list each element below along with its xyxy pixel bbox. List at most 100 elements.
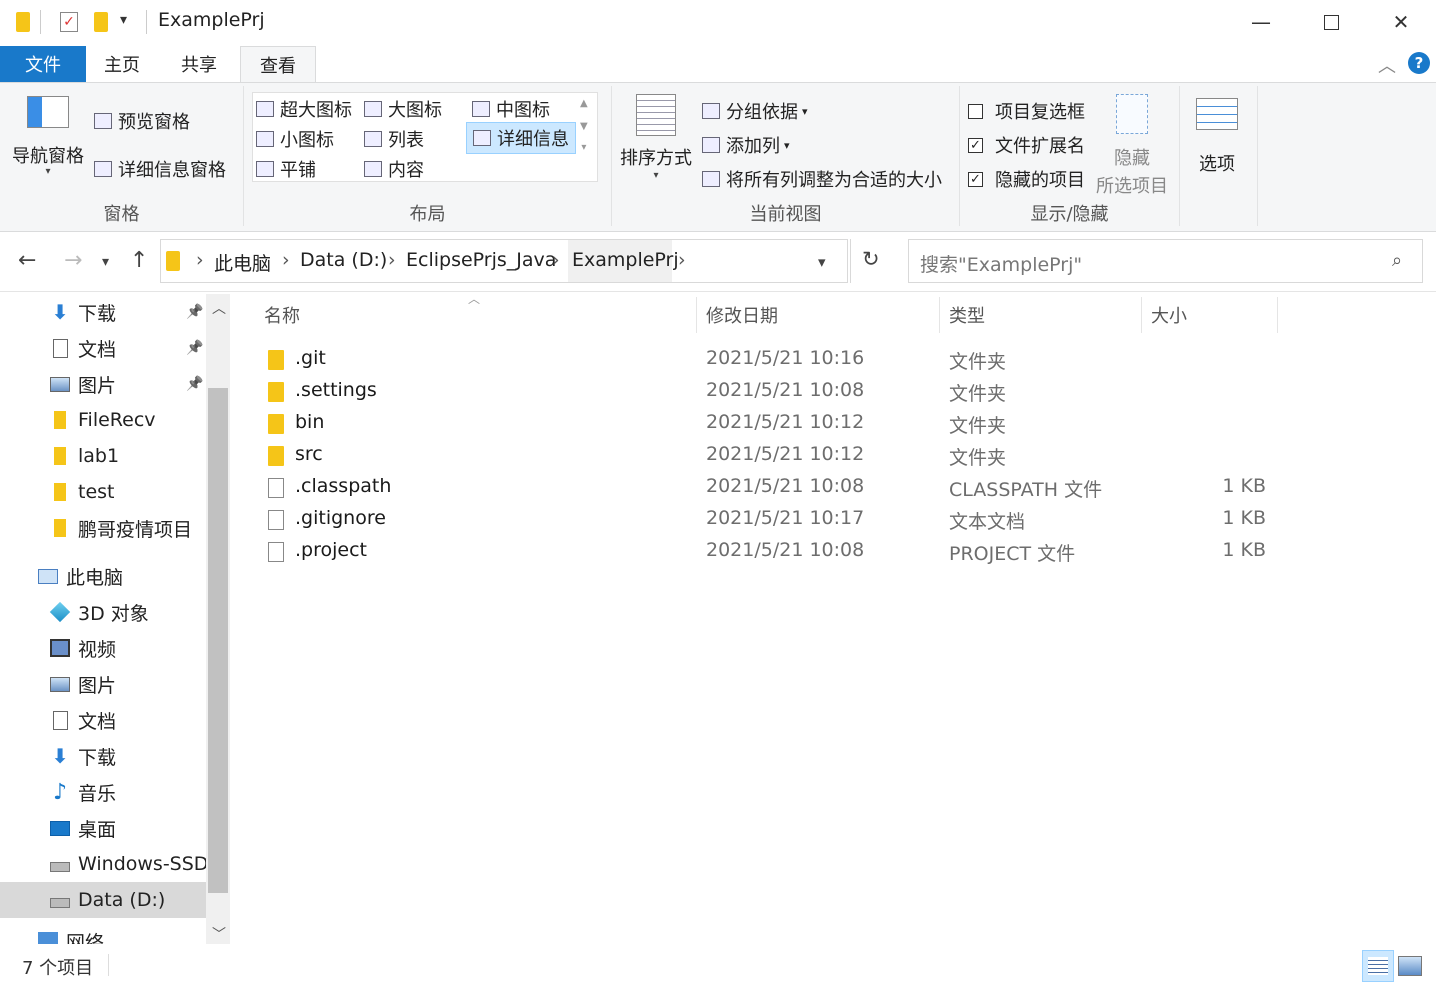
sidebar-item[interactable]: lab1 bbox=[0, 438, 206, 474]
maximize-button[interactable] bbox=[1296, 0, 1366, 44]
new-folder-icon[interactable] bbox=[94, 12, 108, 32]
sort-by-button[interactable]: 排序方式 ▾ bbox=[620, 94, 692, 181]
help-icon[interactable]: ? bbox=[1408, 52, 1430, 74]
forward-icon[interactable]: → bbox=[64, 248, 82, 273]
file-row[interactable]: .project 2021/5/21 10:08 PROJECT 文件 1 KB bbox=[258, 535, 1278, 567]
column-header-size[interactable]: 大小 bbox=[1151, 297, 1187, 333]
file-row[interactable]: .settings 2021/5/21 10:08 文件夹 bbox=[258, 375, 1278, 407]
column-divider[interactable] bbox=[939, 297, 940, 333]
hide-selected-button[interactable]: 隐藏 所选项目 bbox=[1096, 94, 1168, 198]
file-row[interactable]: bin 2021/5/21 10:12 文件夹 bbox=[258, 407, 1278, 439]
file-row[interactable]: .gitignore 2021/5/21 10:17 文本文档 1 KB bbox=[258, 503, 1278, 535]
file-row[interactable]: .git 2021/5/21 10:16 文件夹 bbox=[258, 343, 1278, 375]
group-by-button[interactable]: 分组依据 ▾ bbox=[702, 98, 808, 124]
add-column-button[interactable]: 添加列 ▾ bbox=[702, 132, 790, 158]
tab-view[interactable]: 查看 bbox=[240, 46, 316, 82]
scroll-up-icon[interactable]: ︿ bbox=[212, 298, 226, 318]
sidebar-item-label: 视频 bbox=[78, 638, 117, 661]
layout-medium[interactable]: 中图标 bbox=[472, 96, 550, 122]
sidebar-item[interactable]: test bbox=[0, 474, 206, 510]
pin-icon[interactable]: 📌 bbox=[186, 304, 203, 320]
size-columns-button[interactable]: 将所有列调整为合适的大小 bbox=[702, 166, 942, 192]
item-checkboxes-toggle[interactable]: 项目复选框 bbox=[968, 98, 1085, 124]
up-icon[interactable]: ↑ bbox=[130, 248, 148, 273]
sidebar-item[interactable]: 文档 bbox=[0, 702, 206, 738]
sidebar-item[interactable]: 图片 bbox=[0, 666, 206, 702]
tab-home[interactable]: 主页 bbox=[86, 46, 158, 82]
sidebar-item[interactable]: FileRecv bbox=[0, 402, 206, 438]
nav-pane-button[interactable]: 导航窗格 ▾ bbox=[12, 96, 84, 177]
minimize-icon: — bbox=[1251, 10, 1271, 34]
details-pane-button[interactable]: 详细信息窗格 bbox=[94, 156, 226, 182]
file-row[interactable]: .classpath 2021/5/21 10:08 CLASSPATH 文件 1 K… bbox=[258, 471, 1278, 503]
chevron-down-icon: ▾ bbox=[784, 138, 790, 152]
file-row[interactable]: src 2021/5/21 10:12 文件夹 bbox=[258, 439, 1278, 471]
sidebar-item[interactable]: 桌面 bbox=[0, 810, 206, 846]
crumb-separator-icon[interactable]: › bbox=[552, 249, 560, 271]
search-icon[interactable]: ⌕ bbox=[1392, 250, 1402, 271]
layout-small[interactable]: 小图标 bbox=[256, 126, 334, 152]
refresh-icon[interactable]: ↻ bbox=[862, 247, 880, 271]
document-icon bbox=[50, 710, 70, 730]
scroll-down-icon[interactable]: ﹀ bbox=[212, 924, 226, 944]
layout-xlarge[interactable]: 超大图标 bbox=[256, 96, 352, 122]
checkbox[interactable]: ✓ bbox=[968, 171, 983, 187]
breadcrumb-this-pc[interactable]: 此电脑 bbox=[214, 249, 271, 276]
properties-icon[interactable]: ✓ bbox=[60, 12, 78, 32]
layout-content[interactable]: 内容 bbox=[364, 156, 424, 182]
pin-icon[interactable]: 📌 bbox=[186, 340, 203, 356]
tab-file[interactable]: 文件 bbox=[0, 46, 86, 82]
hidden-items-toggle[interactable]: ✓ 隐藏的项目 bbox=[968, 166, 1085, 192]
sidebar-item[interactable]: ♪ 音乐 bbox=[0, 774, 206, 810]
back-icon[interactable]: ← bbox=[18, 248, 36, 273]
collapse-ribbon-icon[interactable]: ︿ bbox=[1378, 52, 1396, 78]
large-icons-view-button[interactable] bbox=[1398, 956, 1422, 976]
sidebar-item[interactable]: 文档 📌 bbox=[0, 330, 206, 366]
group-current-view: 排序方式 ▾ 分组依据 ▾ 添加列 ▾ 将所有列调整为合适的大小 当前视图 bbox=[612, 86, 960, 226]
tab-share[interactable]: 共享 bbox=[163, 46, 235, 82]
breadcrumb-data-d[interactable]: Data (D:) bbox=[300, 249, 387, 271]
sidebar-item[interactable]: 视频 bbox=[0, 630, 206, 666]
details-view-button[interactable] bbox=[1362, 950, 1394, 982]
customize-toolbar-icon[interactable]: ▾ bbox=[120, 12, 127, 28]
column-header-name[interactable]: 名称 bbox=[264, 297, 300, 333]
sort-by-label: 排序方式 bbox=[620, 148, 692, 169]
crumb-separator-icon[interactable]: › bbox=[388, 249, 396, 271]
breadcrumb-eclipseprjs[interactable]: EclipsePrjs_Java bbox=[406, 249, 556, 271]
sidebar-item[interactable]: Data (D:) bbox=[0, 882, 206, 918]
breadcrumb-exampleprj[interactable]: ExamplePrj bbox=[572, 249, 679, 271]
sidebar-item[interactable]: ⬇ 下载 bbox=[0, 738, 206, 774]
crumb-separator-icon[interactable]: › bbox=[282, 249, 290, 271]
search-input[interactable]: 搜索"ExamplePrj" bbox=[920, 250, 1082, 277]
column-divider[interactable] bbox=[1141, 297, 1142, 333]
gallery-scroll[interactable]: ▲ ▼ ▾ bbox=[580, 98, 588, 153]
recent-locations-icon[interactable]: ▾ bbox=[102, 254, 109, 270]
preview-pane-button[interactable]: 预览窗格 bbox=[94, 108, 190, 134]
column-divider[interactable] bbox=[1277, 297, 1278, 333]
column-header-date[interactable]: 修改日期 bbox=[706, 297, 778, 333]
layout-details[interactable]: 详细信息 bbox=[466, 122, 576, 154]
pin-icon[interactable]: 📌 bbox=[186, 376, 203, 392]
crumb-separator-icon[interactable]: › bbox=[678, 249, 686, 271]
minimize-button[interactable]: — bbox=[1226, 0, 1296, 44]
sidebar-item[interactable]: ⬇ 下载 📌 bbox=[0, 294, 206, 330]
sidebar-item[interactable]: Windows-SSD ( bbox=[0, 846, 206, 882]
layout-tiles[interactable]: 平铺 bbox=[256, 156, 316, 182]
options-button[interactable]: 选项 bbox=[1196, 98, 1238, 176]
address-dropdown-icon[interactable]: ▾ bbox=[818, 253, 826, 271]
sidebar-scroll-thumb[interactable] bbox=[208, 388, 228, 893]
sidebar-item[interactable]: 鹏哥疫情项目 bbox=[0, 510, 206, 546]
crumb-separator-icon[interactable]: › bbox=[196, 249, 204, 271]
checkbox[interactable]: ✓ bbox=[968, 137, 983, 153]
layout-list[interactable]: 列表 bbox=[364, 126, 424, 152]
sidebar-item[interactable]: 3D 对象 bbox=[0, 594, 206, 630]
close-button[interactable]: ✕ bbox=[1366, 0, 1436, 44]
file-extensions-toggle[interactable]: ✓ 文件扩展名 bbox=[968, 132, 1085, 158]
sidebar-item[interactable]: 此电脑 bbox=[0, 558, 206, 594]
column-divider[interactable] bbox=[696, 297, 697, 333]
column-header-type[interactable]: 类型 bbox=[949, 297, 985, 333]
layout-large[interactable]: 大图标 bbox=[364, 96, 442, 122]
checkbox[interactable] bbox=[968, 103, 983, 119]
sidebar-item[interactable]: 图片 📌 bbox=[0, 366, 206, 402]
file-date: 2021/5/21 10:08 bbox=[706, 379, 865, 401]
